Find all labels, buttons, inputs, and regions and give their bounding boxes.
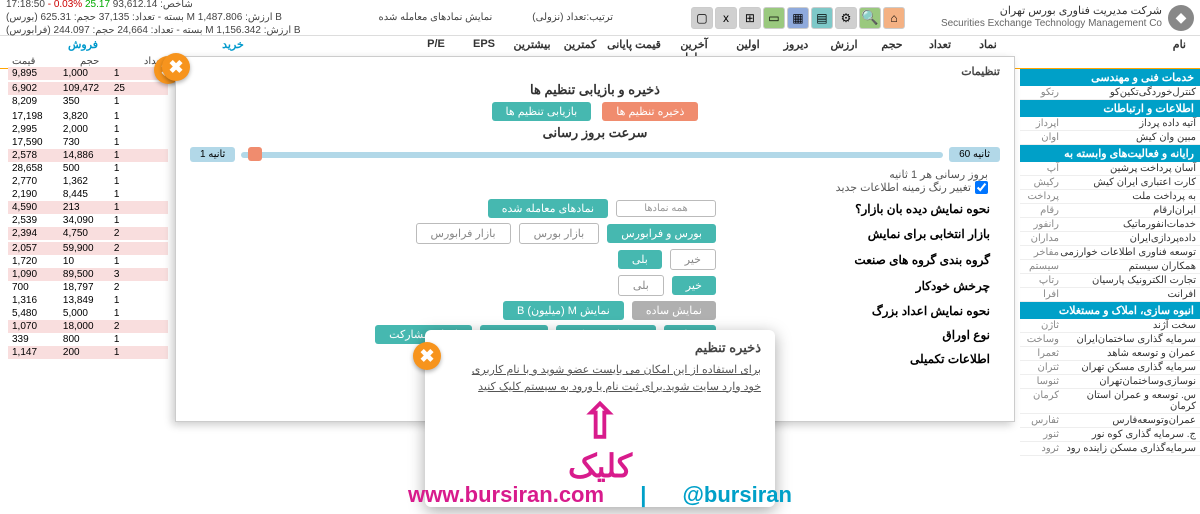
bignum-label: نحوه نمایش اعداد بزرگ <box>720 304 1000 318</box>
list-item[interactable]: س. توسعه و عمران استان کرمانکرمان <box>1020 389 1200 414</box>
market-stats: شاخص: 93,612.14 25.17 %0.03 - 17:18:50 (… <box>6 0 301 37</box>
table-row[interactable]: 11,0009,895 <box>8 67 168 80</box>
chart-icon[interactable]: ▤ <box>811 7 833 29</box>
sidebar-groups: خدمات فنی و مهندسیکنترل‌خوردگی‌تکین‌کورت… <box>1020 69 1200 493</box>
gear-icon[interactable]: ⚙ <box>835 7 857 29</box>
list-item[interactable]: عمران و توسعه شاهدثعمرا <box>1020 347 1200 361</box>
list-item[interactable]: عمران‌وتوسعه‌فارسثفارس <box>1020 414 1200 428</box>
group-yes-button[interactable]: بلی <box>618 250 662 269</box>
calc-icon[interactable]: ▦ <box>787 7 809 29</box>
list-item[interactable]: مبین وان کیشاوان <box>1020 131 1200 145</box>
refresh-slider[interactable] <box>241 152 943 158</box>
arrow-up-icon: ⇧ <box>439 399 761 447</box>
table-row[interactable]: 173017,590 <box>8 136 168 149</box>
list-item[interactable]: ج. سرمایه گذاری کوه نورثنور <box>1020 428 1200 442</box>
table-row[interactable]: 218,0001,070 <box>8 320 168 333</box>
table-row[interactable]: 114,8862,578 <box>8 149 168 162</box>
grid-icon[interactable]: ⊞ <box>739 7 761 29</box>
list-item[interactable]: تجارت الکترونیک پارسیانرتاپ <box>1020 274 1200 288</box>
group-title: انبوه سازی، املاک و مستغلات <box>1020 302 1200 319</box>
autorotate-yes-button[interactable]: بلی <box>618 275 664 296</box>
table-row[interactable]: 25109,4726,902 <box>8 82 168 95</box>
click-label: کلیک <box>439 447 761 485</box>
list-item[interactable]: سخت آژندثاژن <box>1020 319 1200 333</box>
list-item[interactable]: سرمایه گذاری مسکن تهرانثتران <box>1020 361 1200 375</box>
list-item[interactable]: توسعه فناوری اطلاعات خوارزمیمفاخر <box>1020 246 1200 260</box>
save-settings-button[interactable]: ذخیره تنظیم ها <box>602 102 698 121</box>
table-row[interactable]: 11,3622,770 <box>8 175 168 188</box>
list-item[interactable]: به پرداخت ملتپرداخت <box>1020 190 1200 204</box>
box-icon[interactable]: ▢ <box>691 7 713 29</box>
table-row[interactable]: 113,8491,316 <box>8 294 168 307</box>
login-popup: ✖ ذخیره تنظیم برای استفاده از این امکان … <box>425 330 775 507</box>
list-item[interactable]: سرمایه‌گذاری مسکن زاینده رودثرود <box>1020 442 1200 456</box>
search-icon[interactable]: 🔍 <box>859 7 881 29</box>
table-row[interactable]: 15,0005,480 <box>8 307 168 320</box>
table-row[interactable]: 18,4452,190 <box>8 188 168 201</box>
watchlist-label: نحوه نمایش دیده بان بازار؟ <box>720 202 1000 216</box>
table-row[interactable]: 12001,147 <box>8 346 168 359</box>
list-item[interactable]: خدمات‌انفورماتیکرانفور <box>1020 218 1200 232</box>
disp-simple-button[interactable]: نمایش ساده <box>632 301 716 320</box>
close-icon[interactable]: ✖ <box>162 53 190 81</box>
list-item[interactable]: داده‌پردازی‌ایرانمداران <box>1020 232 1200 246</box>
group-title: رایانه و فعالیت‌های وابسته به <box>1020 145 1200 162</box>
autorotate-no-button[interactable]: خیر <box>672 276 716 295</box>
company-name-fa: شرکت مدیریت فناوری بورس تهران <box>941 5 1162 18</box>
group-title: اطلاعات و ارتباطات <box>1020 100 1200 117</box>
autorotate-label: چرخش خودکار <box>720 279 1000 293</box>
table-row[interactable]: 150028,658 <box>8 162 168 175</box>
all-symbols-option[interactable]: همه نمادها <box>616 200 716 217</box>
list-item[interactable]: افرانتافرا <box>1020 288 1200 302</box>
list-item[interactable]: نوسازی‌وساختمان‌تهرانثنوسا <box>1020 375 1200 389</box>
excel-icon[interactable]: x <box>715 7 737 29</box>
table-row[interactable]: 1800339 <box>8 333 168 346</box>
list-item[interactable]: همکاران سیستمسیستم <box>1020 260 1200 274</box>
table-row[interactable]: 389,5001,090 <box>8 268 168 281</box>
disp-m-button[interactable]: نمایش M (میلیون) B <box>503 301 624 320</box>
list-item[interactable]: آسان پرداخت پرشینآپ <box>1020 162 1200 176</box>
traded-symbols-button[interactable]: نمادهای معامله شده <box>488 199 608 218</box>
group-no-button[interactable]: خیر <box>670 249 716 270</box>
group-label: گروه بندی گروه های صنعت <box>720 253 1000 267</box>
settings-title: تنظیمات <box>190 65 1000 78</box>
company-name-en: Securities Exchange Technology Managemen… <box>941 18 1162 30</box>
list-item[interactable]: کارت اعتباری ایران کیشرکیش <box>1020 176 1200 190</box>
table-row[interactable]: 134,0902,539 <box>8 214 168 227</box>
market-farab-button[interactable]: بازار فرابورس <box>416 223 511 244</box>
table-row[interactable]: 24,7502,394 <box>8 227 168 240</box>
table-row[interactable]: 13508,209 <box>8 95 168 108</box>
restore-settings-button[interactable]: بازیابی تنظیم ها <box>492 102 592 121</box>
market-bourse-button[interactable]: بازار بورس <box>519 223 600 244</box>
monitor-icon[interactable]: ▭ <box>763 7 785 29</box>
table-row[interactable]: 13,82017,198 <box>8 110 168 123</box>
table-row[interactable]: 12134,590 <box>8 201 168 214</box>
market-both-button[interactable]: بورس و فرابورس <box>607 224 716 243</box>
table-row[interactable]: 218,797700 <box>8 281 168 294</box>
list-item[interactable]: ایران‌ارقامرقام <box>1020 204 1200 218</box>
logo-icon: ◆ <box>1168 5 1194 31</box>
refresh-every: بروز رسانی هر 1 ثانیه <box>190 168 1000 181</box>
table-row[interactable]: 1101,720 <box>8 255 168 268</box>
save-restore-title: ذخیره و بازیابی تنظیم ها <box>190 82 1000 98</box>
list-item[interactable]: کنترل‌خوردگی‌تکین‌کورتکو <box>1020 86 1200 100</box>
group-title: خدمات فنی و مهندسی <box>1020 69 1200 86</box>
sort-label[interactable]: ترتیب:تعداد (نزولی) <box>532 12 613 23</box>
traded-label[interactable]: نمایش نمادهای معامله شده <box>378 12 492 23</box>
home-icon[interactable]: ⌂ <box>883 7 905 29</box>
popup-text-link[interactable]: برای استفاده از این امکان می بایست عضو ش… <box>439 362 761 395</box>
popup-title: ذخیره تنظیم <box>439 340 761 356</box>
sell-table: ✖ تعداد حجم قیمت 11,0009,89525109,4726,9… <box>8 56 168 359</box>
list-item[interactable]: آتیه داده پردازاپرداز <box>1020 117 1200 131</box>
bg-change-checkbox[interactable] <box>975 181 988 194</box>
slider-min: ثانیه 1 <box>190 147 235 162</box>
table-row[interactable]: 12,0002,995 <box>8 123 168 136</box>
list-item[interactable]: سرمایه گذاری ساختمان‌ایرانوساخت <box>1020 333 1200 347</box>
refresh-title: سرعت بروز رسانی <box>190 125 1000 141</box>
table-row[interactable]: 259,9002,057 <box>8 242 168 255</box>
slider-max: ثانیه 60 <box>949 147 1000 162</box>
footer-watermark: www.bursiran.com | @bursiran <box>408 482 792 508</box>
market-label: بازار انتخابی برای نمایش <box>720 227 1000 241</box>
popup-close-icon[interactable]: ✖ <box>413 342 441 370</box>
